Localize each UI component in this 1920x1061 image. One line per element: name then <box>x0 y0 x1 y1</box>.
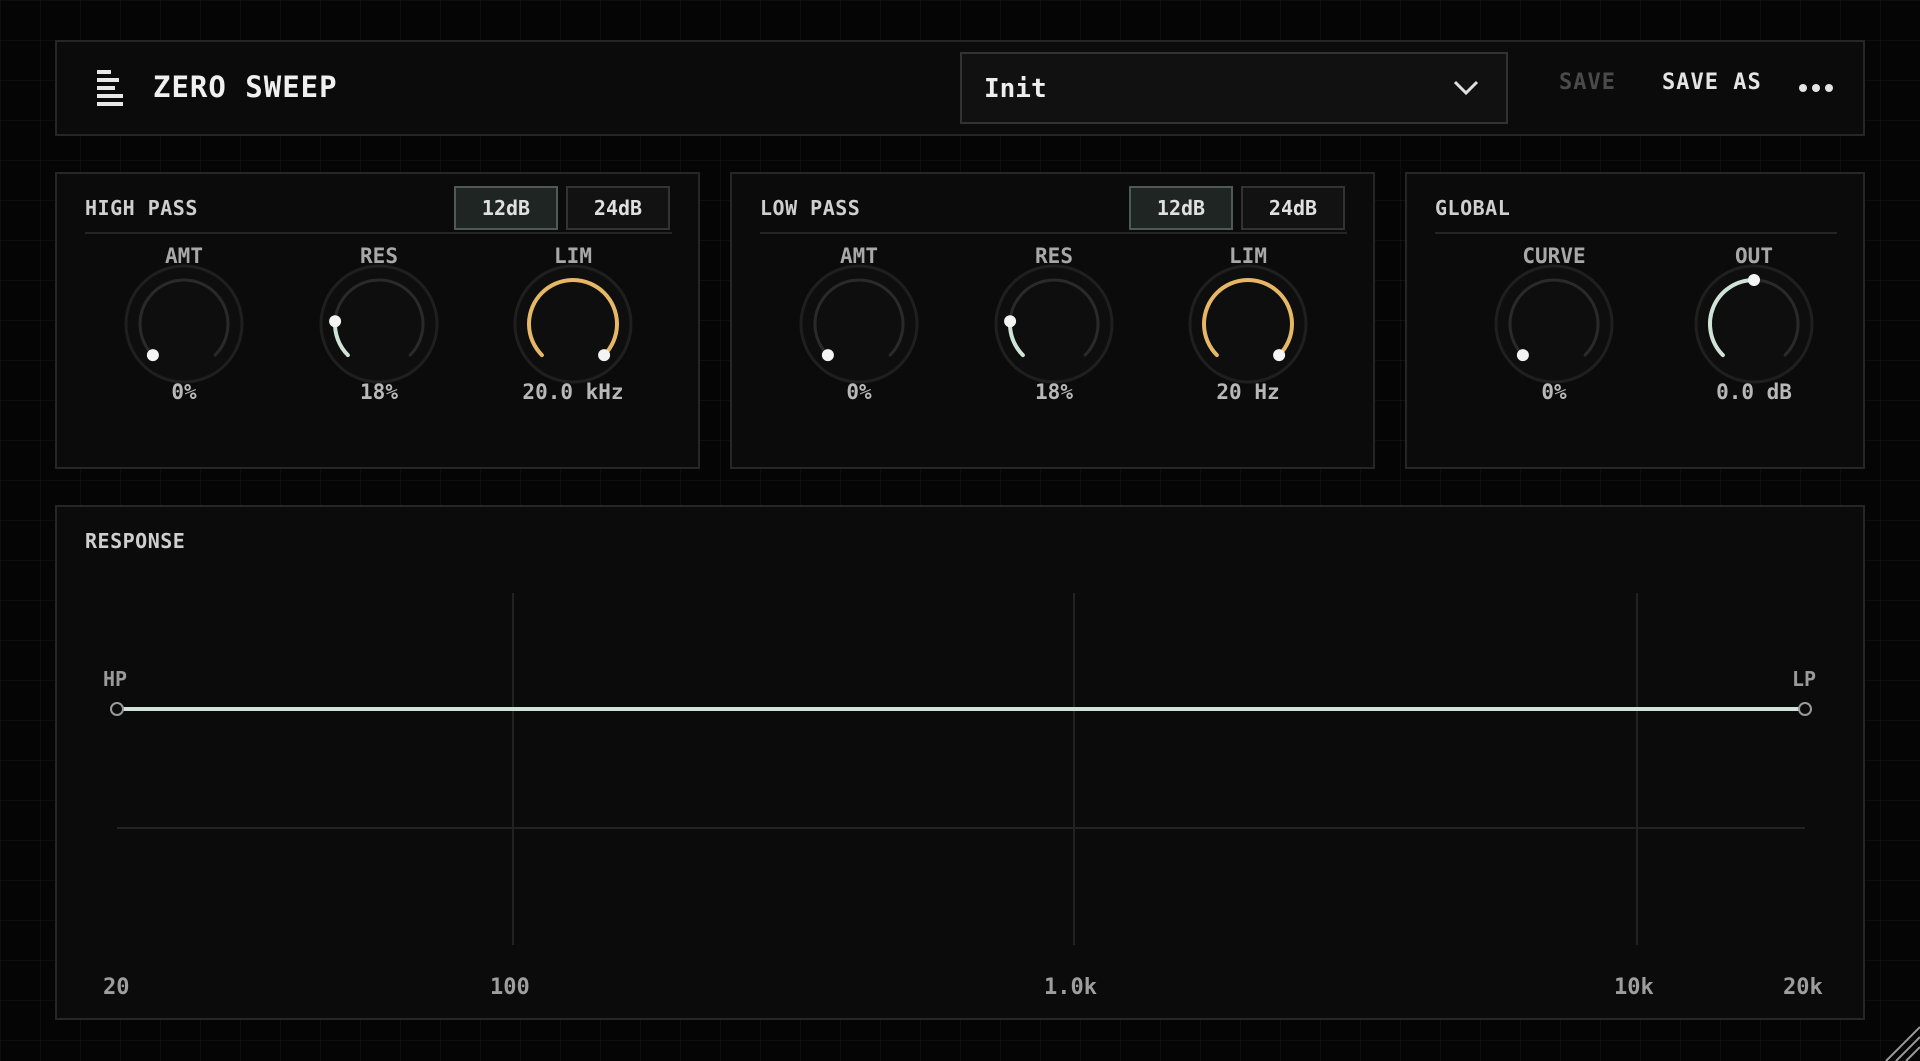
header-bar: ZERO SWEEP Init SAVE SAVE AS <box>55 40 1865 136</box>
knob-value: 0% <box>171 380 197 404</box>
knob-indicator <box>146 349 159 362</box>
hp-amt-dial[interactable] <box>124 264 244 384</box>
more-options-icon[interactable] <box>1799 84 1835 94</box>
hp-res-knob: RES 18% <box>299 244 459 404</box>
lp-lim-knob: LIM 20 Hz <box>1168 244 1328 404</box>
lp-amt-dial[interactable] <box>799 264 919 384</box>
lp-slope-24db-button[interactable]: 24dB <box>1241 186 1345 230</box>
lp-handle <box>1798 702 1812 716</box>
section-title: GLOBAL <box>1435 196 1511 220</box>
knob-indicator <box>1273 349 1286 362</box>
knob-ring <box>124 264 244 384</box>
knob-ring <box>1188 264 1308 384</box>
lp-res-knob: RES 18% <box>974 244 1134 404</box>
chevron-down-icon <box>1453 80 1479 96</box>
low-pass-section: LOW PASS 12dB 24dB AMT 0% RES 18% LIM 20… <box>730 172 1375 469</box>
knob-indicator <box>1004 315 1017 328</box>
section-title: LOW PASS <box>760 196 861 220</box>
preset-dropdown[interactable]: Init <box>960 52 1508 124</box>
hp-amt-knob: AMT 0% <box>104 244 264 404</box>
divider <box>85 232 672 234</box>
out-dial[interactable] <box>1694 264 1814 384</box>
hp-lim-knob: LIM 20.0 kHz <box>493 244 653 404</box>
knob-value: 18% <box>1035 380 1073 404</box>
knob-value: 0.0 dB <box>1716 380 1792 404</box>
preset-name: Init <box>984 74 1047 104</box>
knob-value: 0% <box>846 380 872 404</box>
save-button[interactable]: SAVE <box>1559 70 1616 95</box>
save-as-button[interactable]: SAVE AS <box>1662 70 1762 95</box>
freq-tick-label: 20k <box>1783 975 1823 1000</box>
knob-indicator <box>598 349 611 362</box>
hp-label: HP <box>103 667 128 691</box>
high-pass-section: HIGH PASS 12dB 24dB AMT 0% RES 18% LIM 2… <box>55 172 700 469</box>
knob-ring <box>799 264 919 384</box>
curve-knob: CURVE 0% <box>1474 244 1634 404</box>
knob-indicator <box>821 349 834 362</box>
response-graph <box>110 593 1812 945</box>
hp-slope-12db-button[interactable]: 12dB <box>454 186 558 230</box>
freq-tick-label: 10k <box>1614 975 1654 1000</box>
out-knob: OUT 0.0 dB <box>1674 244 1834 404</box>
knob-ring <box>513 264 633 384</box>
knob-indicator <box>1516 349 1529 362</box>
logo-icon <box>97 70 125 108</box>
lp-res-dial[interactable] <box>994 264 1114 384</box>
freq-tick-label: 1.0k <box>1044 975 1097 1000</box>
freq-tick-label: 20 <box>103 975 130 1000</box>
divider <box>1435 232 1837 234</box>
resize-grip-icon[interactable] <box>1876 1017 1920 1061</box>
knob-ring <box>1494 264 1614 384</box>
knob-value: 20.0 kHz <box>522 380 624 404</box>
freq-tick-label: 100 <box>490 975 530 1000</box>
lp-slope-12db-button[interactable]: 12dB <box>1129 186 1233 230</box>
lp-label: LP <box>1792 667 1817 691</box>
app-title: ZERO SWEEP <box>153 70 338 104</box>
knob-value: 0% <box>1541 380 1567 404</box>
global-section: GLOBAL CURVE 0% OUT 0.0 dB <box>1405 172 1865 469</box>
hp-lim-dial[interactable] <box>513 264 633 384</box>
lp-lim-dial[interactable] <box>1188 264 1308 384</box>
hp-slope-24db-button[interactable]: 24dB <box>566 186 670 230</box>
hp-handle <box>110 702 124 716</box>
curve-dial[interactable] <box>1494 264 1614 384</box>
hp-res-dial[interactable] <box>319 264 439 384</box>
divider <box>760 232 1347 234</box>
knob-indicator <box>329 315 342 328</box>
lp-amt-knob: AMT 0% <box>779 244 939 404</box>
section-title: HIGH PASS <box>85 196 198 220</box>
knob-value: 18% <box>360 380 398 404</box>
response-panel: RESPONSE HP LP 20 100 1.0k 10k 20k <box>55 505 1865 1020</box>
knob-indicator <box>1748 274 1760 286</box>
knob-value: 20 Hz <box>1216 380 1280 404</box>
